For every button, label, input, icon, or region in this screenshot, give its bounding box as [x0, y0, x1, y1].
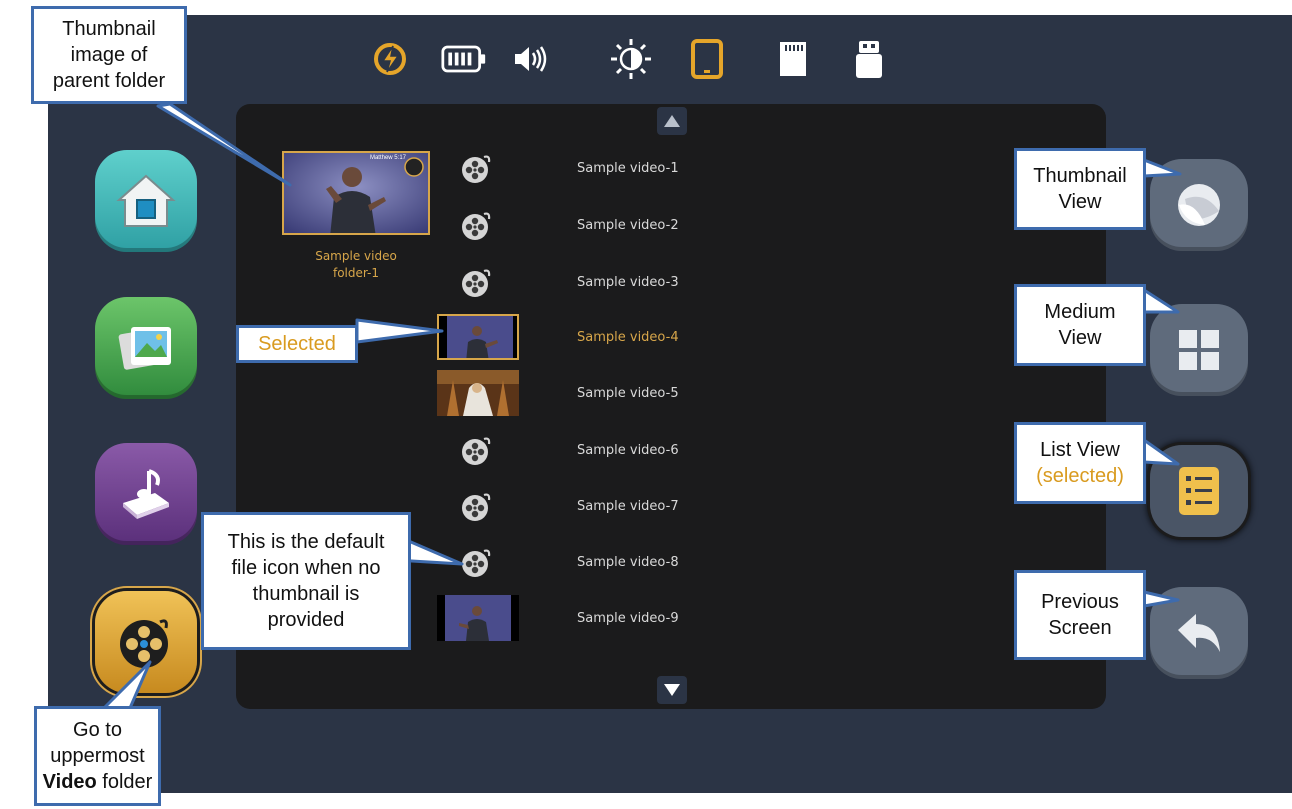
callout-text: Selected	[258, 333, 336, 355]
file-label[interactable]: Sample video-5	[577, 386, 679, 401]
callout-text: Screen	[1048, 617, 1112, 639]
triangle-up-icon	[664, 115, 680, 127]
file-label[interactable]: Sample video-7	[577, 499, 679, 514]
callout-text: parent folder	[52, 70, 166, 92]
video-frame-image	[437, 370, 519, 416]
callout-text: file icon when no	[231, 557, 381, 579]
music-button[interactable]	[95, 443, 197, 545]
previous-screen-button[interactable]	[1150, 587, 1248, 679]
video-frame-image	[437, 595, 519, 641]
file-label[interactable]: Sample video-2	[577, 218, 679, 233]
callout-bold-text: Video	[42, 771, 97, 793]
video-reel-icon	[120, 619, 168, 668]
callout-text: uppermost	[50, 745, 145, 767]
file-label[interactable]: Sample video-3	[577, 275, 679, 290]
thumbnail-view-icon	[1178, 184, 1220, 226]
music-book-icon	[123, 469, 169, 519]
callout-text: Video folder	[43, 769, 153, 795]
default-file-icon[interactable]	[458, 433, 494, 469]
callout-text: folder	[96, 771, 153, 793]
list-view-button[interactable]	[1150, 445, 1248, 537]
pictures-button[interactable]	[95, 297, 197, 399]
video-thumbnail[interactable]	[437, 595, 519, 641]
callout-medium-view: Medium View	[1014, 284, 1146, 366]
callout-text: View	[1058, 327, 1102, 349]
folder-name-line-2: folder-1	[332, 266, 380, 280]
scroll-up-button[interactable]	[657, 107, 687, 135]
tablet-icon[interactable]	[684, 36, 730, 82]
default-file-icon[interactable]	[458, 489, 494, 525]
callout-text: Go to	[73, 719, 122, 741]
callout-previous-screen: Previous Screen	[1014, 570, 1146, 660]
callout-text: List View	[1040, 439, 1120, 461]
list-view-icon	[1179, 467, 1219, 515]
medium-view-button[interactable]	[1150, 304, 1248, 396]
battery-icon[interactable]	[441, 36, 487, 82]
callout-list-view: List View (selected)	[1014, 422, 1146, 504]
callout-text: This is the default	[227, 531, 385, 553]
video-thumbnail[interactable]	[437, 370, 519, 416]
callout-text: image of	[70, 44, 148, 66]
thumbnail-view-button[interactable]	[1150, 159, 1248, 251]
callout-selected: Selected	[236, 325, 358, 363]
power-icon[interactable]	[367, 36, 413, 82]
default-file-icon[interactable]	[458, 151, 494, 187]
callout-text: provided	[267, 609, 345, 631]
callout-text: Previous	[1041, 591, 1119, 613]
thumbnail-caption: Matthew 5:17	[369, 155, 406, 161]
file-label[interactable]: Sample video-4	[577, 330, 679, 345]
file-label[interactable]: Sample video-1	[577, 161, 679, 176]
callout-thumbnail-view: Thumbnail View	[1014, 148, 1146, 230]
brightness-icon[interactable]	[608, 36, 654, 82]
callout-text: Thumbnail	[1033, 165, 1127, 187]
file-label[interactable]: Sample video-8	[577, 555, 679, 570]
usb-drive-icon[interactable]	[846, 36, 892, 82]
sd-card-icon[interactable]	[770, 36, 816, 82]
pictures-icon	[118, 327, 171, 370]
home-button[interactable]	[95, 150, 197, 252]
default-file-icon[interactable]	[458, 265, 494, 301]
callout-text: Thumbnail	[62, 18, 156, 40]
callout-text: thumbnail is	[252, 583, 360, 605]
callout-text: (selected)	[1036, 465, 1124, 487]
file-label[interactable]: Sample video-6	[577, 443, 679, 458]
folder-name-line-1: Sample video	[315, 249, 397, 263]
grid-view-icon	[1179, 330, 1219, 370]
callout-text: Medium	[1044, 301, 1116, 323]
video-frame-image	[439, 316, 517, 358]
video-thumbnail-selected[interactable]	[437, 314, 519, 360]
default-file-icon[interactable]	[458, 208, 494, 244]
callout-video-folder: Go to uppermost Video folder	[34, 706, 161, 806]
callout-text: View	[1058, 191, 1102, 213]
parent-folder-label[interactable]: Sample video folder-1	[282, 248, 430, 282]
callout-default-icon: This is the default file icon when no th…	[201, 512, 411, 650]
triangle-down-icon	[664, 684, 680, 696]
scroll-down-button[interactable]	[657, 676, 687, 704]
default-file-icon[interactable]	[458, 545, 494, 581]
status-bar	[0, 36, 1292, 84]
video-button[interactable]	[95, 591, 197, 693]
file-label[interactable]: Sample video-9	[577, 611, 679, 626]
video-frame-image	[284, 153, 428, 233]
volume-icon[interactable]	[506, 36, 552, 82]
back-arrow-icon	[1178, 614, 1220, 652]
parent-folder-thumbnail[interactable]: Matthew 5:17	[282, 151, 430, 235]
home-icon	[116, 174, 176, 227]
callout-parent-folder: Thumbnail image of parent folder	[31, 6, 187, 104]
